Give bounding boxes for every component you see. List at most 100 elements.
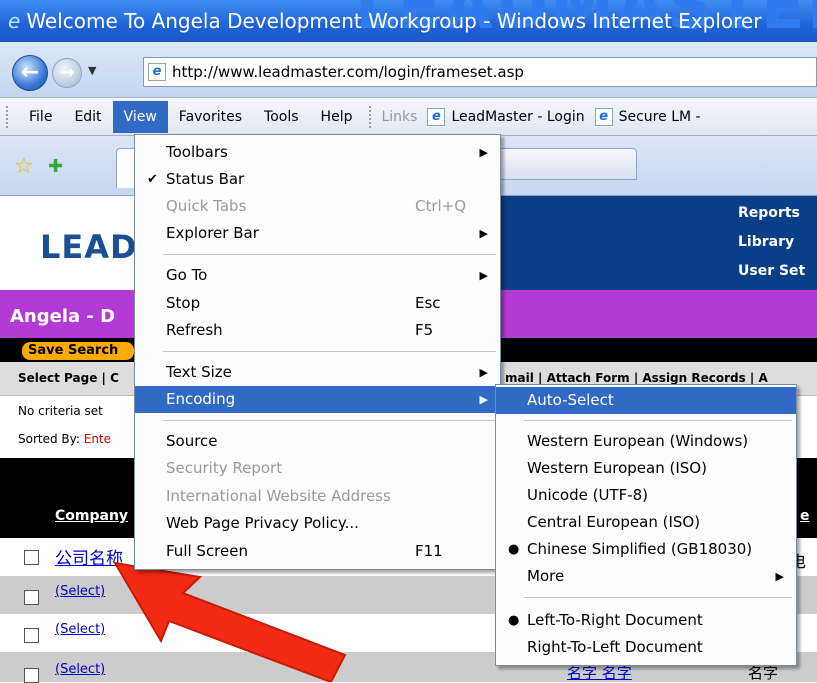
menu-item-security-report[interactable]: Security Report: [135, 455, 500, 482]
column-header-right[interactable]: e: [800, 508, 810, 524]
menu-item-more[interactable]: More ▶: [496, 563, 796, 590]
address-bar[interactable]: e http://www.leadmaster.com/login/frames…: [143, 57, 817, 87]
menu-item-label: International Website Address: [166, 487, 391, 505]
submenu-arrow-icon: ▶: [479, 146, 488, 159]
menu-item-international-address[interactable]: International Website Address: [135, 483, 500, 510]
address-toolbar: ← → ▼ e http://www.leadmaster.com/login/…: [0, 42, 817, 98]
encoding-submenu: Auto-Select Western European (Windows) W…: [495, 384, 797, 666]
row-checkbox[interactable]: [24, 550, 39, 565]
menu-item-go-to[interactable]: Go To ▶: [135, 262, 500, 289]
tab-new[interactable]: [497, 148, 637, 180]
menu-edit[interactable]: Edit: [63, 101, 112, 133]
menu-item-label: Web Page Privacy Policy...: [166, 514, 359, 532]
menu-separator: [524, 597, 792, 598]
menu-item-stop[interactable]: Stop Esc: [135, 290, 500, 317]
menu-item-label: Quick Tabs: [166, 197, 247, 215]
menu-item-label: Explorer Bar: [166, 224, 259, 242]
radio-bullet-icon: ●: [508, 613, 520, 628]
menu-item-label: Status Bar: [166, 170, 245, 188]
menu-item-explorer-bar[interactable]: Explorer Bar ▶: [135, 220, 500, 247]
menu-item-quick-tabs[interactable]: Quick Tabs Ctrl+Q: [135, 193, 500, 220]
menu-separator: [163, 420, 496, 421]
favorite-link-login[interactable]: e LeadMaster - Login: [427, 107, 585, 126]
menu-item-western-european-windows[interactable]: Western European (Windows): [496, 428, 796, 455]
menu-item-encoding[interactable]: Encoding ▶: [135, 386, 500, 413]
toolbar-grip[interactable]: [6, 105, 12, 128]
menu-item-label: More: [527, 567, 565, 585]
banner-link-library[interactable]: Library: [738, 234, 794, 250]
favorites-center-icon[interactable]: ☆: [14, 154, 34, 179]
menu-item-text-size[interactable]: Text Size ▶: [135, 359, 500, 386]
leadmaster-logo: LEAD: [40, 228, 138, 266]
select-page-link[interactable]: Select Page | C: [18, 371, 119, 385]
favorite-link-secure[interactable]: e Secure LM -: [594, 107, 701, 126]
links-grip[interactable]: [369, 105, 375, 128]
forward-button[interactable]: →: [52, 58, 82, 88]
menu-item-privacy-policy[interactable]: Web Page Privacy Policy...: [135, 510, 500, 537]
menu-item-toolbars[interactable]: Toolbars ▶: [135, 139, 500, 166]
menu-item-refresh[interactable]: Refresh F5: [135, 317, 500, 344]
address-url: http://www.leadmaster.com/login/frameset…: [172, 63, 524, 81]
menu-item-label: Western European (Windows): [527, 432, 749, 450]
menu-file[interactable]: File: [18, 101, 63, 133]
menu-item-label: Western European (ISO): [527, 459, 707, 477]
row-checkbox[interactable]: [24, 590, 39, 605]
menu-item-full-screen[interactable]: Full Screen F11: [135, 538, 500, 565]
page-icon: e: [427, 107, 446, 126]
submenu-arrow-icon: ▶: [479, 269, 488, 282]
add-favorites-icon[interactable]: ✚: [48, 156, 63, 177]
window-title-bar[interactable]: LEADMASTER e Welcome To Angela Developme…: [0, 0, 817, 42]
submenu-arrow-icon: ▶: [775, 570, 784, 583]
menu-item-label: Unicode (UTF-8): [527, 486, 649, 504]
menu-item-western-european-iso[interactable]: Western European (ISO): [496, 455, 796, 482]
column-header-company[interactable]: Company: [55, 508, 128, 524]
sorted-by-value[interactable]: Ente: [84, 432, 111, 446]
back-button[interactable]: ←: [12, 55, 48, 91]
page-icon: e: [594, 107, 613, 126]
row-checkbox[interactable]: [24, 628, 39, 643]
menu-item-label: Right-To-Left Document: [527, 638, 703, 656]
menu-separator: [524, 420, 792, 421]
menu-item-chinese-simplified[interactable]: ● Chinese Simplified (GB18030): [496, 536, 796, 563]
criteria-text: No criteria set: [18, 404, 103, 418]
menu-item-source[interactable]: Source: [135, 428, 500, 455]
menu-item-auto-select[interactable]: Auto-Select: [496, 387, 796, 414]
menu-item-label: Toolbars: [166, 143, 228, 161]
row-checkbox[interactable]: [24, 668, 39, 683]
banner-link-reports[interactable]: Reports: [738, 205, 800, 221]
radio-bullet-icon: ●: [508, 542, 520, 557]
menu-item-unicode-utf8[interactable]: Unicode (UTF-8): [496, 482, 796, 509]
menu-tools[interactable]: Tools: [253, 101, 310, 133]
banner-link-user-settings[interactable]: User Set: [738, 263, 805, 279]
menu-item-label: Text Size: [166, 363, 232, 381]
save-search-button[interactable]: Save Search: [22, 342, 134, 360]
menu-item-central-european-iso[interactable]: Central European (ISO): [496, 509, 796, 536]
menu-item-label: Security Report: [166, 459, 283, 477]
menu-item-status-bar[interactable]: ✔ Status Bar: [135, 166, 500, 193]
menu-view[interactable]: View: [112, 100, 168, 133]
menu-item-right-to-left[interactable]: Right-To-Left Document: [496, 634, 796, 661]
menu-item-label: Chinese Simplified (GB18030): [527, 540, 753, 558]
view-menu: Toolbars ▶ ✔ Status Bar Quick Tabs Ctrl+…: [134, 134, 501, 570]
favorite-link-label: LeadMaster - Login: [451, 108, 585, 125]
row-select-link[interactable]: (Select): [55, 584, 105, 599]
window-title: Welcome To Angela Development Workgroup …: [26, 9, 762, 33]
row-select-link[interactable]: (Select): [55, 662, 105, 677]
menu-favorites[interactable]: Favorites: [168, 101, 253, 133]
menu-help[interactable]: Help: [310, 101, 364, 133]
menu-item-label: Stop: [166, 294, 201, 312]
row-select-link[interactable]: (Select): [55, 622, 105, 637]
menu-item-left-to-right[interactable]: ● Left-To-Right Document: [496, 607, 796, 634]
sorted-by: Sorted By: Ente: [18, 432, 111, 446]
recent-pages-dropdown[interactable]: ▼: [88, 64, 96, 77]
links-label[interactable]: Links: [381, 109, 417, 125]
arrow-shape: [113, 561, 347, 682]
menu-item-shortcut: F11: [415, 542, 443, 560]
menu-item-label: Go To: [166, 266, 208, 284]
menu-item-label: Encoding: [166, 390, 236, 408]
favorite-link-label: Secure LM -: [618, 108, 701, 125]
sorted-by-label: Sorted By:: [18, 432, 84, 446]
records-actions[interactable]: mail | Attach Form | Assign Records | A: [505, 371, 768, 385]
menu-item-label: Central European (ISO): [527, 513, 701, 531]
menu-item-label: Source: [166, 432, 218, 450]
